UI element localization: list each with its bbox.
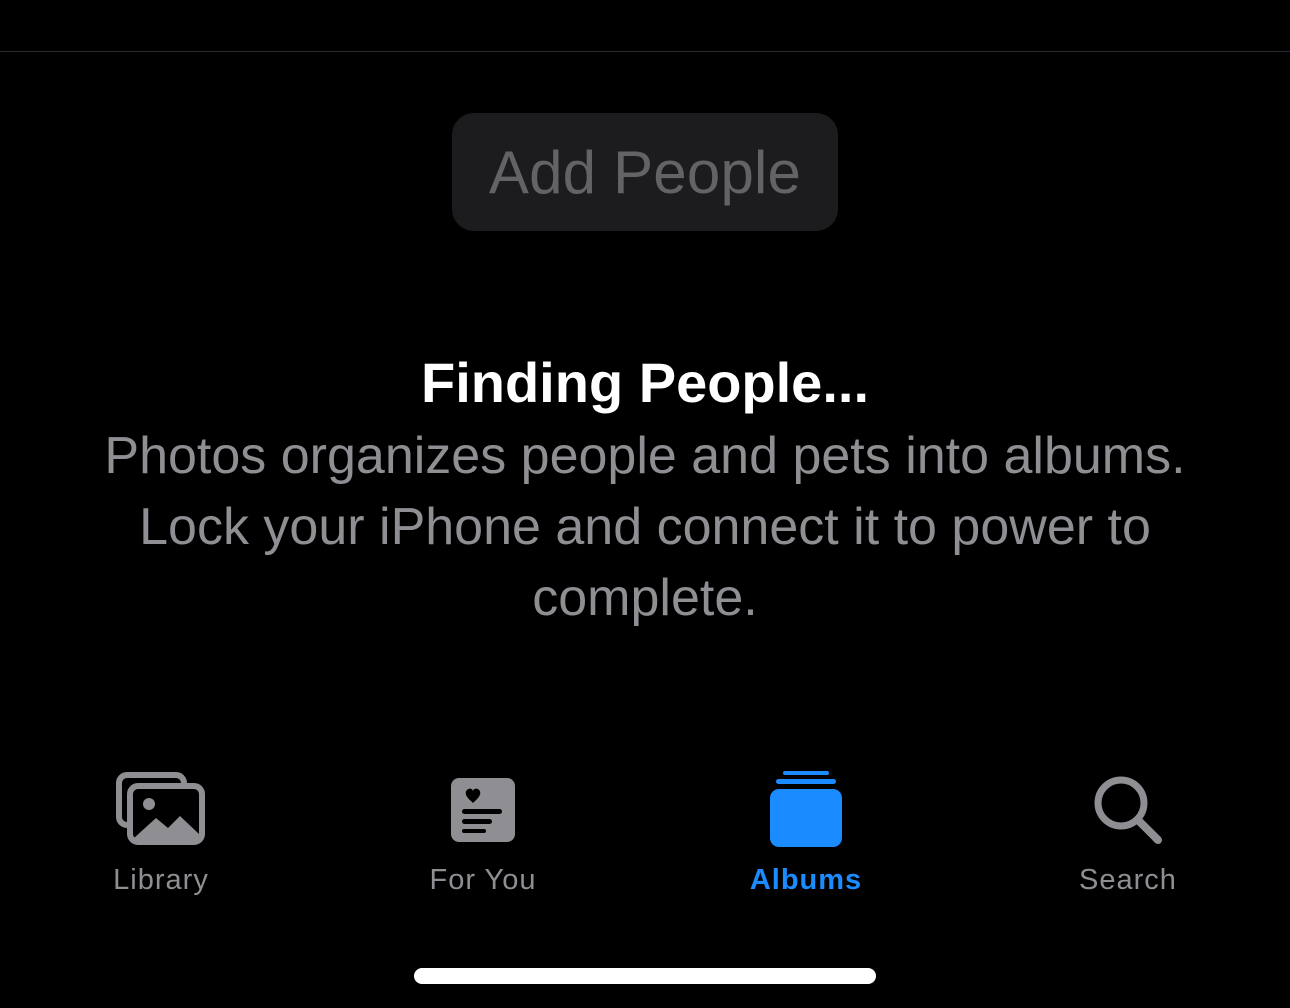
empty-state-description: Photos organizes people and pets into al… [104, 427, 1186, 627]
tab-albums-label: Albums [749, 864, 863, 896]
tab-for-you-label: For You [429, 864, 537, 896]
tab-for-you[interactable]: For You [363, 760, 603, 920]
home-indicator[interactable] [414, 968, 876, 984]
empty-state-title: Finding People... [421, 351, 869, 414]
heart-text-square-icon [433, 760, 533, 860]
rectangle-stack-icon [756, 760, 856, 860]
tab-search[interactable]: Search [1008, 760, 1248, 920]
tab-library-label: Library [113, 864, 209, 896]
magnifying-glass-icon [1078, 760, 1178, 860]
add-people-button[interactable]: Add People [452, 113, 838, 231]
tab-albums[interactable]: Albums [686, 760, 926, 920]
tab-bar: Library For You Albums Search [0, 760, 1290, 920]
top-divider [0, 51, 1290, 52]
empty-state: Finding People... Photos organizes peopl… [0, 345, 1290, 634]
tab-library[interactable]: Library [41, 760, 281, 920]
tab-search-label: Search [1079, 864, 1177, 896]
photo-stack-icon [111, 760, 211, 860]
